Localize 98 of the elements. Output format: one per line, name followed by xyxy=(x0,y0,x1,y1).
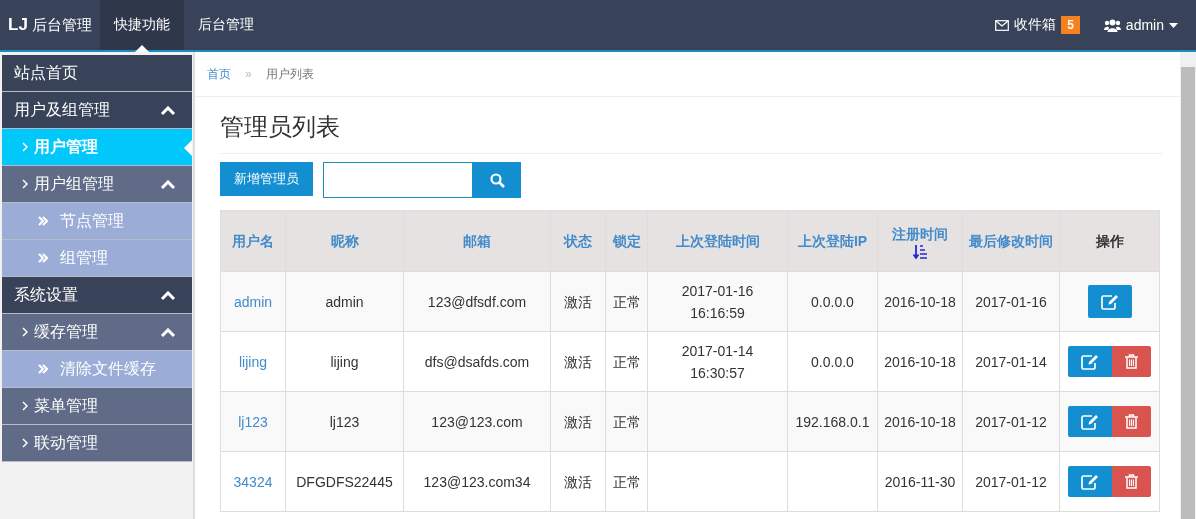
caret-icon xyxy=(1169,22,1178,28)
sidebar-item[interactable]: 菜单管理 xyxy=(2,388,192,425)
column-header[interactable]: 锁定 xyxy=(612,233,641,249)
inbox-link[interactable]: 收件箱 5 xyxy=(983,0,1092,50)
delete-button[interactable] xyxy=(1112,406,1151,437)
search-field[interactable] xyxy=(323,162,473,198)
column-header[interactable]: 状态 xyxy=(564,233,592,249)
chevron-up-icon xyxy=(160,180,176,190)
table-cell: admin xyxy=(325,293,364,310)
delete-button[interactable] xyxy=(1112,466,1151,497)
chevron-right-icon xyxy=(22,179,28,189)
sidebar-item[interactable]: 系统设置 xyxy=(2,277,192,314)
double-chevron-icon xyxy=(38,364,48,374)
column-header[interactable]: 邮箱 xyxy=(463,233,491,249)
column-header: 操作 xyxy=(1095,233,1124,249)
edit-icon xyxy=(1100,293,1119,310)
edit-icon xyxy=(1081,353,1099,370)
trash-icon xyxy=(1125,354,1138,369)
trash-icon xyxy=(1125,414,1138,429)
chevron-up-icon xyxy=(160,291,176,301)
trash-icon xyxy=(1125,474,1138,489)
chevron-right-icon xyxy=(22,327,28,337)
table-cell: 2017-01-16 xyxy=(975,293,1047,310)
scrollbar[interactable] xyxy=(1180,52,1196,519)
table-cell: 正常 xyxy=(612,293,641,310)
table-cell: 正常 xyxy=(612,473,641,490)
chevron-up-icon xyxy=(160,328,176,338)
edit-button[interactable] xyxy=(1068,346,1112,377)
username-link[interactable]: 34324 xyxy=(233,473,273,490)
table-cell: 0.0.0.0 xyxy=(811,293,854,310)
add-admin-button[interactable]: 新增管理员 xyxy=(220,162,313,196)
column-header[interactable]: 昵称 xyxy=(330,233,359,249)
search-icon xyxy=(489,172,505,188)
table-cell: 2017-01-16 16:16:59 xyxy=(681,282,754,321)
username-link[interactable]: admin xyxy=(233,293,273,310)
table-cell: 正常 xyxy=(612,413,641,430)
table-cell: 激活 xyxy=(564,353,592,370)
sidebar-item[interactable]: 用户管理 xyxy=(2,129,192,166)
chevron-up-icon xyxy=(160,106,176,116)
table-cell: 0.0.0.0 xyxy=(811,353,854,370)
username-link[interactable]: lijing xyxy=(239,353,267,370)
envelope-icon xyxy=(995,19,1010,31)
sidebar-item[interactable]: 联动管理 xyxy=(2,425,192,462)
table-cell: 激活 xyxy=(564,293,592,310)
table-cell: lj123 xyxy=(329,413,360,430)
sidebar-item[interactable]: 清除文件缓存 xyxy=(2,351,192,388)
username-link[interactable]: lj123 xyxy=(238,413,268,430)
table-cell: 2017-01-12 xyxy=(975,413,1047,430)
table-cell: DFGDFS22445 xyxy=(296,473,393,490)
table-cell: 正常 xyxy=(612,353,641,370)
count-badge: 5 xyxy=(1061,16,1080,34)
column-header[interactable]: 用户名 xyxy=(232,233,274,249)
table-cell: 2017-01-12 xyxy=(975,473,1047,490)
search-button[interactable] xyxy=(473,162,521,198)
table-cell: 2016-10-18 xyxy=(884,353,956,370)
edit-icon xyxy=(1081,473,1099,490)
sidebar-item[interactable]: 用户组管理 xyxy=(2,166,192,203)
chevron-right-icon xyxy=(22,438,28,448)
page-title: 管理员列表 xyxy=(220,97,1162,154)
breadcrumb-separator: » xyxy=(245,67,252,81)
table-cell: 192.168.0.1 xyxy=(795,413,870,430)
nav-tab[interactable]: 快捷功能 xyxy=(99,0,184,50)
table-cell: 123@123.com xyxy=(431,413,523,430)
column-header[interactable]: 上次登陆时间 xyxy=(675,233,760,249)
sort-icon[interactable] xyxy=(913,245,927,259)
pointer-icon xyxy=(184,140,192,156)
edit-icon xyxy=(1081,413,1099,430)
table-cell: 激活 xyxy=(564,413,592,430)
breadcrumb-item[interactable]: 首页 xyxy=(207,65,231,83)
user-menu[interactable]: admin xyxy=(1091,0,1196,50)
table-cell: 激活 xyxy=(564,473,592,490)
chevron-right-icon xyxy=(22,401,28,411)
table-cell: 123@dfsdf.com xyxy=(427,293,527,310)
brand-logo[interactable]: LJ 后台管理 xyxy=(0,0,100,50)
edit-button[interactable] xyxy=(1068,466,1112,497)
column-header[interactable]: 注册时间 xyxy=(892,226,948,242)
table-cell: 2017-01-14 16:30:57 xyxy=(681,342,754,381)
chevron-right-icon xyxy=(22,142,28,152)
users-icon xyxy=(1103,18,1121,32)
sidebar-item[interactable]: 站点首页 xyxy=(2,55,192,92)
table-cell: lijing xyxy=(330,353,359,370)
delete-button[interactable] xyxy=(1112,346,1151,377)
table-cell: dfs@dsafds.com xyxy=(424,353,530,370)
nav-tab[interactable]: 后台管理 xyxy=(183,0,268,50)
sidebar-item[interactable]: 组管理 xyxy=(2,240,192,277)
table-cell: 2016-11-30 xyxy=(884,473,956,490)
sidebar-item[interactable]: 用户及组管理 xyxy=(2,92,192,129)
sidebar-item[interactable]: 节点管理 xyxy=(2,203,192,240)
double-chevron-icon xyxy=(38,216,48,226)
table-cell: 2016-10-18 xyxy=(884,293,956,310)
table-cell: 123@123.com34 xyxy=(423,473,531,490)
sidebar-item[interactable]: 缓存管理 xyxy=(2,314,192,351)
table-cell: 2017-01-14 xyxy=(975,353,1047,370)
double-chevron-icon xyxy=(38,253,48,263)
breadcrumb-item: 用户列表 xyxy=(265,65,314,83)
edit-button[interactable] xyxy=(1068,406,1112,437)
table-cell: 2016-10-18 xyxy=(884,413,956,430)
edit-button[interactable] xyxy=(1087,285,1132,318)
